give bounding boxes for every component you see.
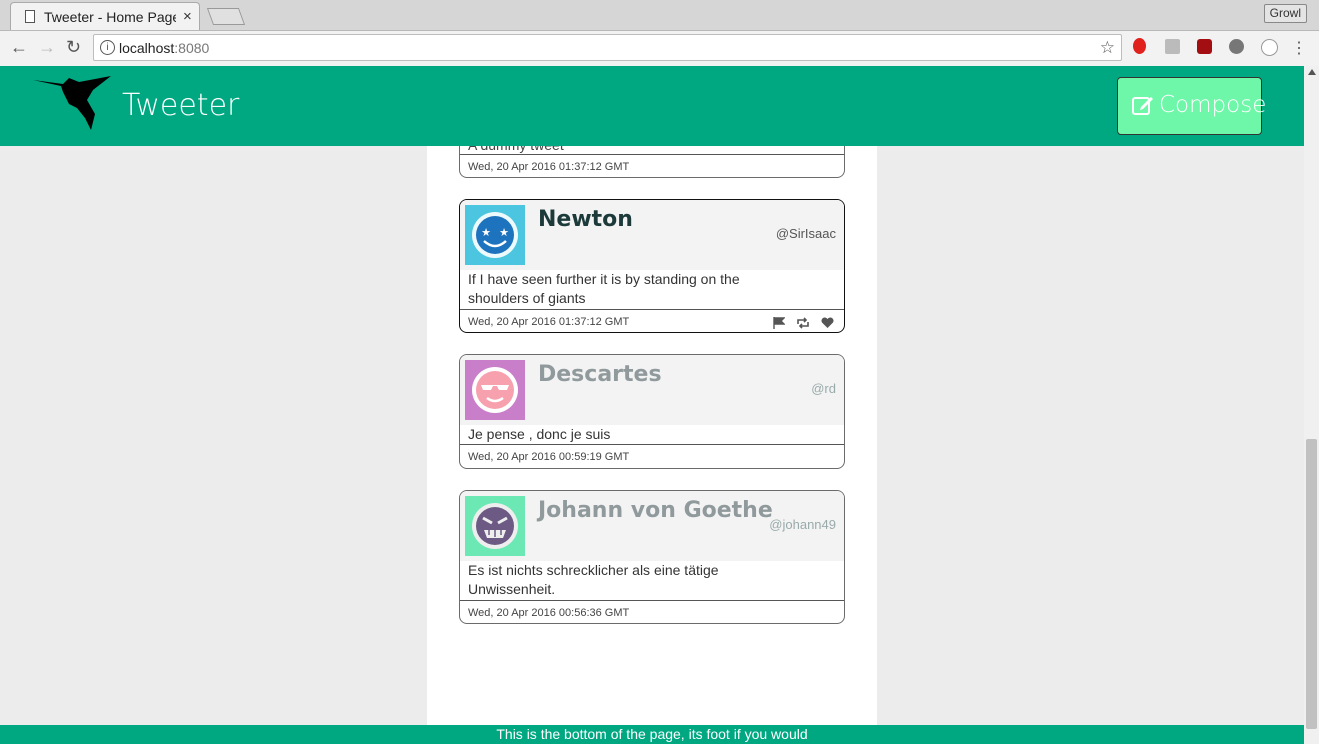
tweet-card[interactable]: Descartes @rd Je pense , donc je suis We… — [459, 354, 845, 469]
page-footer: This is the bottom of the page, its foot… — [0, 725, 1304, 744]
page-scrollbar[interactable] — [1304, 66, 1319, 744]
back-icon[interactable]: ← — [10, 37, 28, 58]
tweet-header: ★ ★ Newton @SirIsaac — [460, 200, 844, 270]
url-host: localhost — [119, 40, 175, 56]
tweet-card[interactable]: ★ ★ Newton @SirIsaac If I have seen furt… — [459, 199, 845, 333]
profile-button[interactable]: Growl — [1263, 4, 1307, 23]
tweet-handle[interactable]: @rd — [811, 381, 836, 396]
avatar[interactable]: ★ ★ — [465, 205, 525, 265]
app-header: Tweeter Compose — [0, 66, 1304, 146]
close-tab-icon[interactable]: × — [183, 8, 192, 25]
tweet-author[interactable]: Newton — [538, 207, 633, 232]
browser-tabstrip: Tweeter - Home Page × Growl — [0, 0, 1319, 31]
tweet-footer: Wed, 20 Apr 2016 01:37:12 GMT — [460, 154, 844, 177]
tweet-actions — [765, 314, 834, 332]
tweet-author[interactable]: Descartes — [538, 362, 662, 387]
brand-title: Tweeter — [122, 88, 240, 123]
tweet-text: If I have seen further it is by standing… — [468, 271, 740, 306]
tab-title: Tweeter - Home Page — [44, 9, 176, 25]
tweet-author[interactable]: Johann von Goethe — [538, 498, 773, 523]
url-text: localhost:8080 — [119, 40, 209, 56]
avatar[interactable] — [465, 496, 525, 556]
tweet-header: Descartes @rd — [460, 355, 844, 425]
edit-icon — [1132, 97, 1153, 115]
forward-icon[interactable]: → — [38, 37, 56, 58]
tweet-header: Johann von Goethe @johann49 — [460, 491, 844, 561]
tweet-feed: A dummy tweet Wed, 20 Apr 2016 01:37:12 … — [427, 126, 877, 725]
extension-icon[interactable] — [1165, 39, 1180, 54]
svg-text:★: ★ — [499, 226, 509, 239]
bookmark-star-icon[interactable]: ☆ — [1100, 38, 1115, 58]
scrollbar-thumb[interactable] — [1306, 439, 1317, 729]
info-icon[interactable]: i — [100, 40, 115, 55]
tweet-footer: Wed, 20 Apr 2016 00:56:36 GMT — [460, 600, 844, 623]
browser-menu-icon[interactable]: ⋮ — [1291, 38, 1307, 58]
tweet-card[interactable]: Johann von Goethe @johann49 Es ist nicht… — [459, 490, 845, 624]
tweet-text: Je pense , donc je suis — [468, 426, 611, 442]
svg-text:★: ★ — [481, 226, 491, 239]
tweet-footer: Wed, 20 Apr 2016 01:37:12 GMT — [460, 309, 844, 332]
browser-toolbar: ← → ↻ i localhost:8080 ☆ ⋮ — [0, 31, 1319, 67]
flag-icon[interactable] — [773, 314, 786, 332]
power-extension-icon[interactable] — [1229, 39, 1244, 54]
avatar[interactable] — [465, 360, 525, 420]
page-icon — [25, 10, 35, 23]
ublock-icon[interactable] — [1197, 39, 1212, 54]
compose-button[interactable]: Compose — [1117, 77, 1266, 135]
tweet-handle[interactable]: @SirIsaac — [776, 226, 836, 241]
tweet-timestamp: Wed, 20 Apr 2016 00:56:36 GMT — [468, 607, 630, 619]
heart-icon[interactable] — [821, 314, 834, 332]
compose-label: Compose — [1159, 92, 1267, 118]
tweet-handle[interactable]: @johann49 — [769, 517, 836, 532]
url-port: :8080 — [174, 40, 210, 56]
browser-tab[interactable]: Tweeter - Home Page × — [10, 2, 200, 30]
address-bar[interactable]: i localhost:8080 ☆ — [93, 34, 1122, 61]
hummingbird-logo — [33, 76, 111, 130]
opera-extension-icon[interactable] — [1133, 38, 1146, 54]
scroll-up-arrow-icon[interactable] — [1308, 69, 1316, 75]
tweet-timestamp: Wed, 20 Apr 2016 01:37:12 GMT — [468, 316, 630, 328]
reload-icon[interactable]: ↻ — [66, 37, 81, 58]
tweet-timestamp: Wed, 20 Apr 2016 00:59:19 GMT — [468, 451, 630, 463]
retweet-icon[interactable] — [796, 314, 810, 332]
tweet-footer: Wed, 20 Apr 2016 00:59:19 GMT — [460, 444, 844, 468]
tweet-text: Es ist nichts schrecklicher als eine tät… — [468, 562, 719, 597]
tweet-timestamp: Wed, 20 Apr 2016 01:37:12 GMT — [468, 161, 630, 173]
circle-extension-icon[interactable] — [1261, 39, 1278, 56]
new-tab-button[interactable] — [206, 8, 246, 25]
